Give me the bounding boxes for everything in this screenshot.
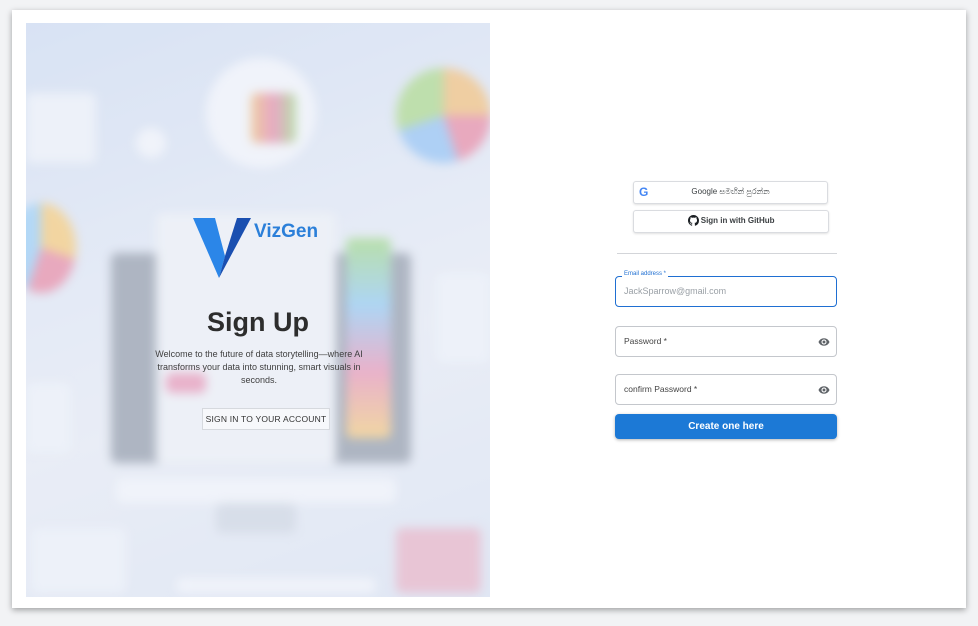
github-signin-label: Sign in with GitHub (700, 216, 775, 225)
signup-window: VizGen Sign Up Welcome to the future of … (12, 10, 966, 608)
confirm-password-field[interactable]: confirm Password * (615, 374, 837, 405)
google-signin-button[interactable]: G Google සමඟින් පුරන්න (633, 181, 828, 204)
confirm-password-label: confirm Password * (624, 384, 698, 394)
hero-panel: VizGen Sign Up Welcome to the future of … (26, 23, 490, 597)
eye-icon[interactable] (818, 384, 830, 396)
create-account-button[interactable]: Create one here (615, 414, 837, 439)
tagline: Welcome to the future of data storytelli… (155, 349, 363, 385)
github-icon (687, 215, 699, 226)
password-field[interactable]: Password * (615, 326, 837, 357)
sign-in-button[interactable]: SIGN IN TO YOUR ACCOUNT (202, 408, 330, 430)
eye-icon[interactable] (818, 336, 830, 348)
page-title: Sign Up (207, 307, 309, 337)
github-signin-button[interactable]: Sign in with GitHub (633, 210, 829, 233)
divider (617, 253, 837, 254)
email-placeholder: JackSparrow@gmail.com (624, 286, 727, 296)
email-label: Email address * (622, 271, 669, 277)
password-label: Password * (624, 336, 667, 346)
email-field[interactable]: Email address * JackSparrow@gmail.com (615, 271, 837, 307)
google-signin-label: Google සමඟින් පුරන්න (691, 187, 770, 196)
brand-name: VizGen (254, 221, 319, 242)
